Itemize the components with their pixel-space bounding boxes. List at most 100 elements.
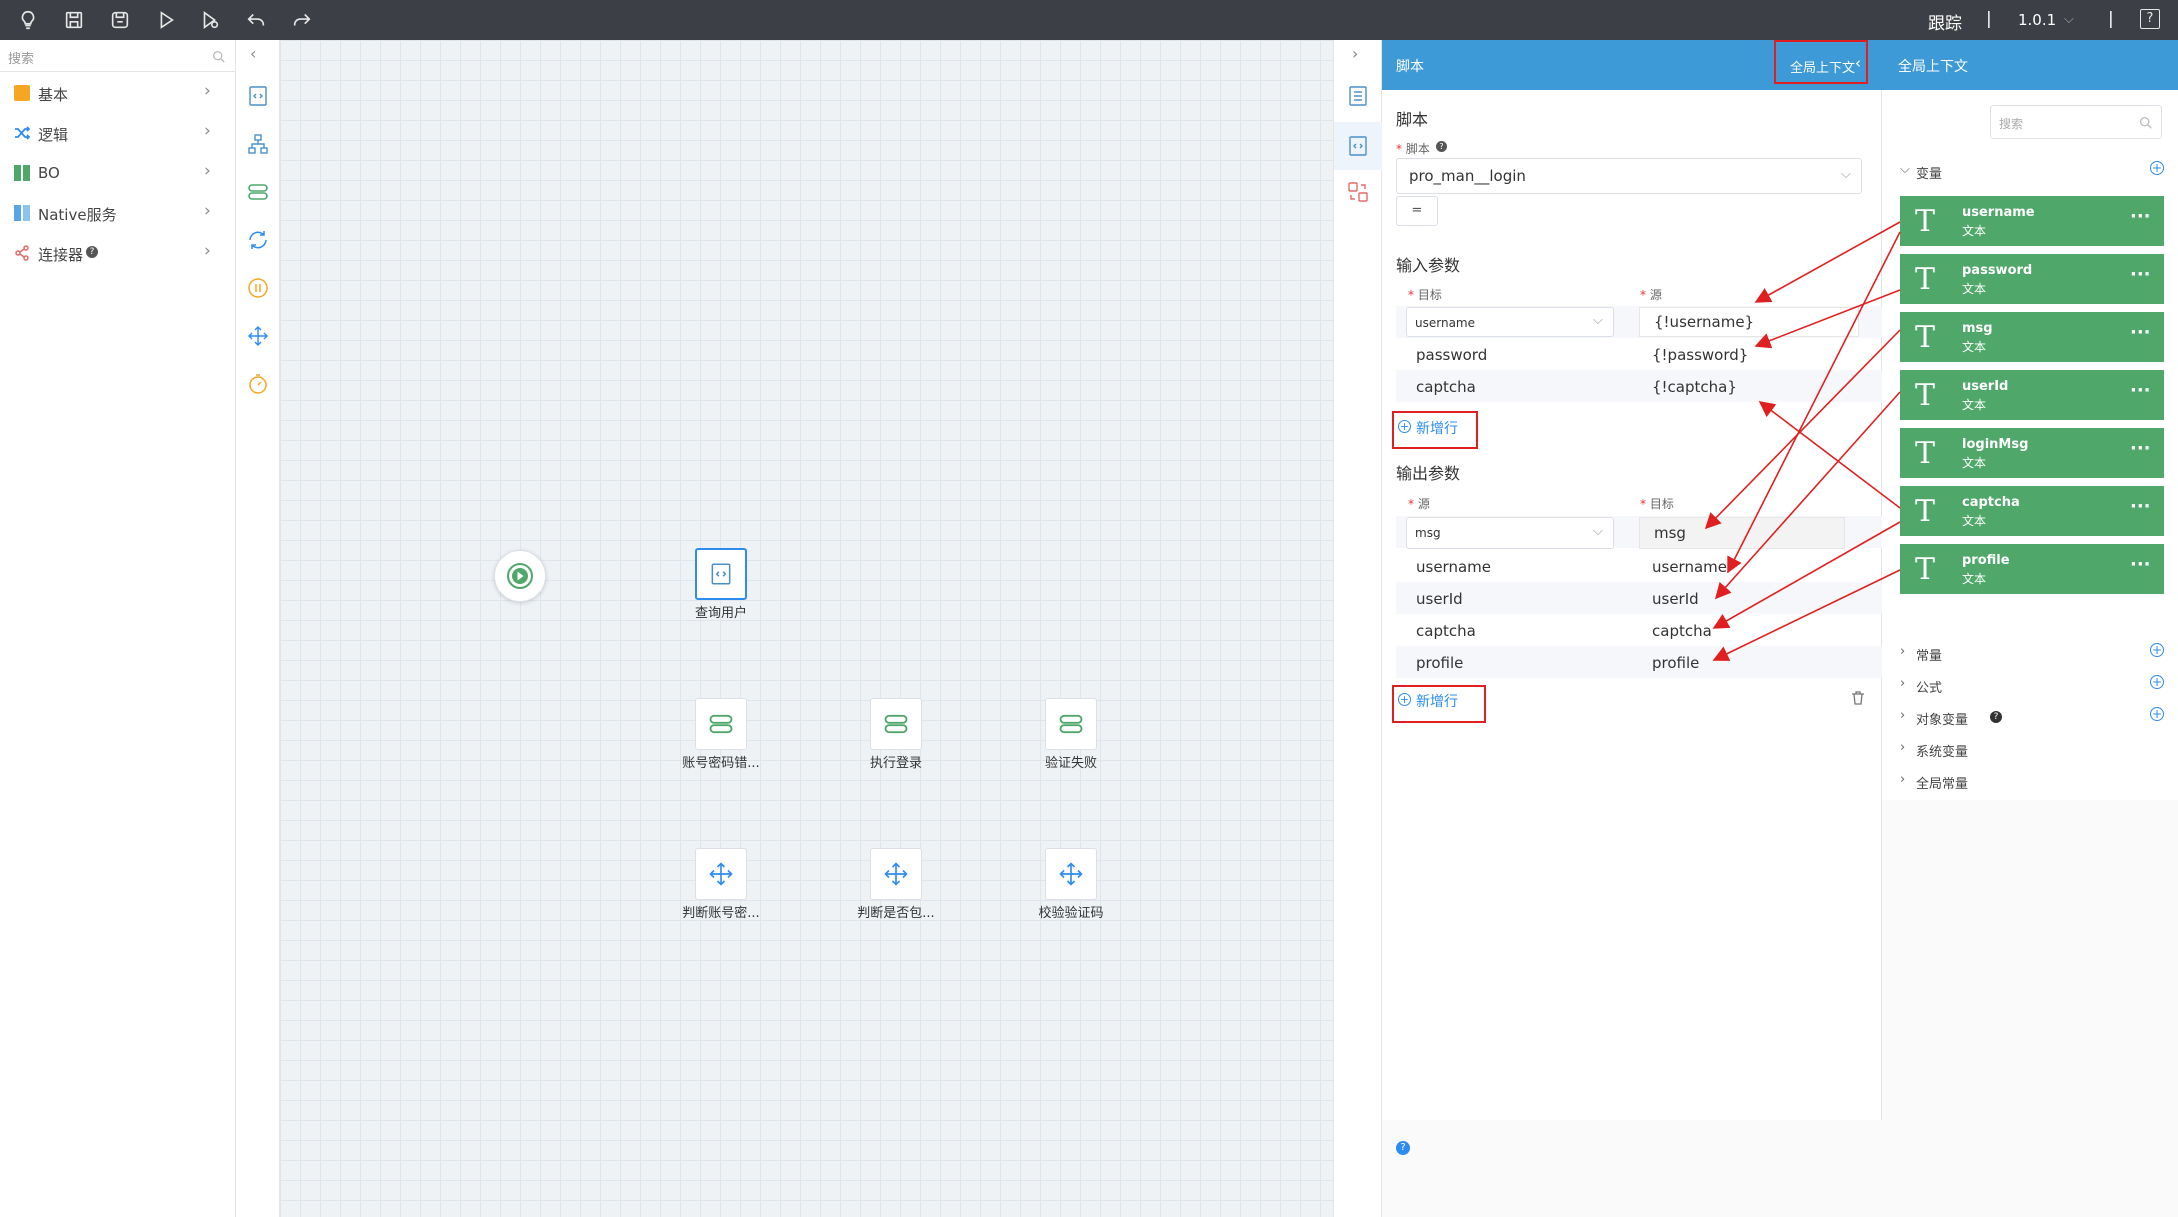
panel-footer	[1382, 1120, 1882, 1217]
undo-icon[interactable]	[244, 8, 268, 32]
chevron-right-icon: ›	[204, 81, 211, 101]
chevron-right-icon[interactable]: ›	[1352, 44, 1358, 63]
category-bo[interactable]: BO ›	[0, 153, 236, 193]
variable-card-captcha[interactable]: T captcha 文本 ···	[1900, 486, 2164, 536]
trace-button[interactable]: 跟踪	[1928, 9, 1962, 34]
flow-node-account-check[interactable]	[695, 698, 747, 750]
variable-card-userid[interactable]: T userId 文本 ···	[1900, 370, 2164, 420]
help-icon[interactable]: ?	[1396, 1141, 1410, 1155]
help-icon[interactable]: ?	[1436, 141, 1447, 152]
tree-global-constants[interactable]: › 全局常量	[1900, 768, 2164, 796]
component-panel: 搜索 基本 › 逻辑 › BO › Native服务 › 连接器 ? ›	[0, 40, 236, 1217]
script-icon[interactable]	[246, 84, 270, 108]
variable-card-password[interactable]: T password 文本 ···	[1900, 254, 2164, 304]
add-icon[interactable]: +	[2150, 707, 2164, 721]
trash-icon[interactable]	[1850, 690, 1866, 706]
flow-node-do-login[interactable]	[870, 698, 922, 750]
table-row[interactable]: password {!password}	[1396, 338, 1882, 370]
more-icon[interactable]: ···	[2130, 264, 2151, 285]
mapping-icon[interactable]	[1346, 180, 1370, 204]
start-node[interactable]	[494, 550, 546, 602]
tree-system-variables[interactable]: › 系统变量	[1900, 736, 2164, 764]
table-row[interactable]: profile profile	[1396, 646, 1882, 678]
lightbulb-icon[interactable]	[16, 8, 40, 32]
add-icon[interactable]: +	[2150, 643, 2164, 657]
more-icon[interactable]: ···	[2130, 380, 2151, 401]
tree-variables[interactable]: ⌵ 变量 +	[1900, 158, 2164, 186]
data-icon[interactable]	[246, 180, 270, 204]
version-select[interactable]: 1.0.1	[2018, 11, 2056, 29]
table-row[interactable]: captcha captcha	[1396, 614, 1882, 646]
tree-formulas[interactable]: › 公式 +	[1900, 672, 2164, 700]
script-select[interactable]: pro_man__login ⌵	[1396, 158, 1862, 194]
table-row[interactable]: userId userId	[1396, 582, 1882, 614]
variable-name: password	[1962, 263, 2033, 278]
help-icon[interactable]: ?	[2140, 9, 2160, 29]
flow-node-verify-captcha[interactable]	[1045, 848, 1097, 900]
add-icon[interactable]: +	[2150, 675, 2164, 689]
target-input[interactable]: msg	[1639, 517, 1845, 549]
chevron-right-icon: ›	[204, 201, 211, 221]
run-icon[interactable]	[154, 8, 178, 32]
context-search[interactable]: 搜索	[1990, 105, 2162, 139]
more-icon[interactable]: ···	[2130, 438, 2151, 459]
more-icon[interactable]: ···	[2130, 496, 2151, 517]
source-value: msg	[1415, 526, 1441, 540]
pause-icon[interactable]	[246, 276, 270, 300]
chevron-left-icon[interactable]: ‹	[250, 44, 256, 63]
category-connector[interactable]: 连接器 ? ›	[0, 233, 236, 273]
list-icon	[14, 85, 30, 101]
category-label: BO	[38, 164, 60, 182]
expression-button[interactable]: =	[1396, 196, 1438, 226]
variable-card-profile[interactable]: T profile 文本 ···	[1900, 544, 2164, 594]
category-native[interactable]: Native服务 ›	[0, 193, 236, 233]
more-icon[interactable]: ···	[2130, 322, 2151, 343]
add-variable-icon[interactable]: +	[2150, 161, 2164, 175]
variable-card-msg[interactable]: T msg 文本 ···	[1900, 312, 2164, 362]
flow-node-judge-account[interactable]	[695, 848, 747, 900]
more-icon[interactable]: ···	[2130, 554, 2151, 575]
tree-constants[interactable]: › 常量 +	[1900, 640, 2164, 668]
flow-node-verify-fail[interactable]	[1045, 698, 1097, 750]
hierarchy-icon[interactable]	[246, 132, 270, 156]
add-output-row-button[interactable]: 新增行	[1416, 691, 1458, 711]
table-row[interactable]: username username	[1396, 550, 1882, 582]
source-select[interactable]: msg ⌵	[1406, 517, 1614, 549]
variable-card-username[interactable]: T username 文本 ···	[1900, 196, 2164, 246]
column-header-target: * 目标	[1640, 497, 1674, 511]
chevron-down-icon[interactable]: ⌵	[2064, 12, 2074, 27]
flow-node-judge-contains[interactable]	[870, 848, 922, 900]
category-logic[interactable]: 逻辑 ›	[0, 113, 236, 153]
search-input[interactable]: 搜索	[8, 48, 34, 67]
text-type-icon: T	[1914, 493, 1935, 529]
data-icon	[709, 714, 733, 734]
component-search[interactable]: 搜索	[0, 40, 236, 72]
save-icon[interactable]	[62, 8, 86, 32]
decision-icon[interactable]	[246, 324, 270, 348]
add-input-row-button[interactable]: 新增行	[1416, 418, 1458, 438]
table-row[interactable]: captcha {!captcha}	[1396, 370, 1882, 402]
variable-card-loginmsg[interactable]: T loginMsg 文本 ···	[1900, 428, 2164, 478]
category-basic[interactable]: 基本 ›	[0, 73, 236, 113]
timer-icon[interactable]	[246, 372, 270, 396]
redo-icon[interactable]	[290, 8, 314, 32]
flow-node-query-user[interactable]	[695, 548, 747, 600]
search-input[interactable]: 搜索	[1999, 115, 2023, 132]
global-context-button[interactable]: 全局上下文	[1790, 57, 1855, 76]
chevron-left-icon[interactable]: ‹	[1855, 54, 1861, 72]
script-icon[interactable]	[1346, 134, 1370, 158]
source-value: userId	[1416, 590, 1463, 608]
target-value: msg	[1654, 524, 1686, 542]
save-as-icon[interactable]	[108, 8, 132, 32]
source-value: username	[1416, 558, 1491, 576]
help-icon[interactable]: ?	[1990, 711, 2002, 723]
more-icon[interactable]: ···	[2130, 206, 2151, 227]
help-icon[interactable]: ?	[86, 246, 98, 258]
flow-canvas[interactable]: 查询用户 账号密码错... 执行登录 验证失败 判断账号密... 判断是否包..…	[280, 40, 1333, 1217]
source-input[interactable]: {!username}	[1639, 307, 1859, 337]
debug-run-icon[interactable]	[198, 8, 222, 32]
properties-icon[interactable]	[1346, 84, 1370, 108]
target-select[interactable]: username ⌵	[1406, 307, 1614, 337]
tree-object-variables[interactable]: › 对象变量 ? +	[1900, 704, 2164, 732]
loop-icon[interactable]	[246, 228, 270, 252]
